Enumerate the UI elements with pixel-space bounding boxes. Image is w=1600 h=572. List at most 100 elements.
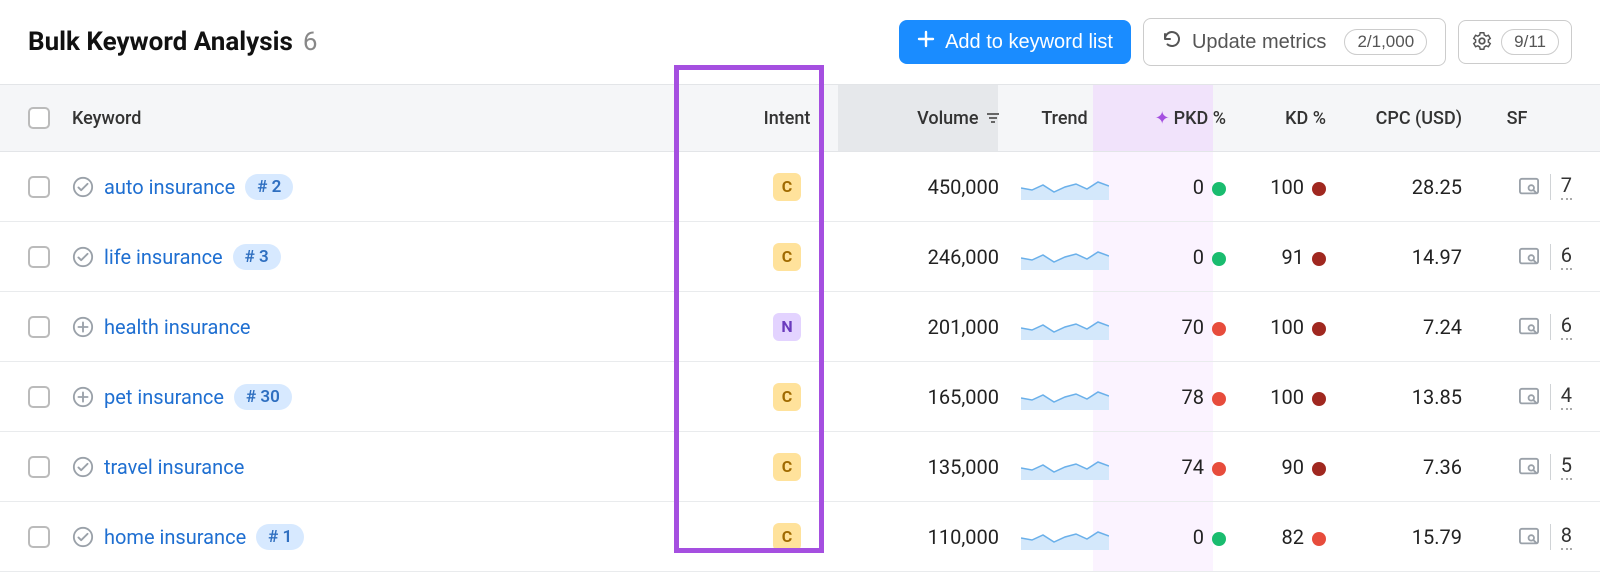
keyword-link[interactable]: travel insurance [104, 455, 244, 479]
col-keyword[interactable]: Keyword [72, 108, 717, 129]
settings-button[interactable]: 9/11 [1458, 20, 1572, 64]
row-checkbox[interactable] [28, 176, 50, 198]
keyword-link[interactable]: home insurance [104, 525, 246, 549]
rank-pill: # 1 [256, 524, 304, 550]
kd-value: 100 [1270, 385, 1304, 409]
trend-sparkline [1017, 450, 1112, 484]
kd-dot [1312, 252, 1326, 266]
kd-dot [1312, 532, 1326, 546]
pkd-value: 70 [1182, 315, 1204, 339]
table-row: life insurance # 3 C 246,000 0 91 14.97 … [0, 222, 1600, 292]
sf-value[interactable]: 5 [1561, 453, 1572, 480]
volume-value: 246,000 [928, 245, 999, 269]
sf-value[interactable]: 6 [1561, 313, 1572, 340]
trend-sparkline [1017, 170, 1112, 204]
settings-count-pill: 9/11 [1501, 29, 1559, 55]
serp-icon[interactable] [1518, 387, 1540, 407]
pkd-value: 78 [1182, 385, 1204, 409]
title-wrap: Bulk Keyword Analysis 6 [28, 27, 317, 57]
col-trend[interactable]: Trend [1017, 108, 1112, 129]
keyword-link[interactable]: life insurance [104, 245, 223, 269]
col-sf-label: SF [1462, 108, 1572, 129]
check-circle-icon[interactable] [72, 526, 94, 548]
trend-sparkline [1017, 240, 1112, 274]
pkd-value: 74 [1182, 455, 1204, 479]
cpc-value: 7.36 [1423, 455, 1462, 479]
col-cpc[interactable]: CPC (USD) [1332, 108, 1462, 129]
check-circle-icon[interactable] [72, 246, 94, 268]
pkd-value: 0 [1193, 245, 1204, 269]
page-title: Bulk Keyword Analysis [28, 27, 293, 57]
sf-value[interactable]: 4 [1561, 383, 1572, 410]
row-checkbox[interactable] [28, 526, 50, 548]
serp-icon[interactable] [1518, 317, 1540, 337]
pkd-dot [1212, 392, 1226, 406]
pkd-dot [1212, 322, 1226, 336]
col-pkd-label: PKD % [1174, 108, 1226, 129]
update-button-label: Update metrics [1192, 31, 1327, 54]
update-metrics-button[interactable]: Update metrics 2/1,000 [1143, 18, 1446, 66]
col-volume-label: Volume [917, 108, 978, 129]
row-checkbox[interactable] [28, 316, 50, 338]
keyword-link[interactable]: health insurance [104, 315, 251, 339]
sf-value[interactable]: 6 [1561, 243, 1572, 270]
intent-badge: N [773, 313, 801, 341]
kd-value: 91 [1282, 245, 1304, 269]
row-checkbox[interactable] [28, 456, 50, 478]
pkd-dot [1212, 182, 1226, 196]
col-intent[interactable]: Intent [717, 108, 857, 129]
cpc-value: 14.97 [1412, 245, 1462, 269]
page-count: 6 [303, 27, 318, 57]
table-row: home insurance # 1 C 110,000 0 82 15.79 … [0, 502, 1600, 572]
serp-icon[interactable] [1518, 247, 1540, 267]
col-pkd[interactable]: ✦PKD % [1112, 108, 1232, 129]
table-row: auto insurance # 2 C 450,000 0 100 28.25… [0, 152, 1600, 222]
serp-icon[interactable] [1518, 177, 1540, 197]
row-checkbox[interactable] [28, 386, 50, 408]
kd-value: 100 [1270, 315, 1304, 339]
refresh-icon [1162, 29, 1182, 55]
sf-value[interactable]: 7 [1561, 173, 1572, 200]
serp-icon[interactable] [1518, 527, 1540, 547]
header-bar: Bulk Keyword Analysis 6 Add to keyword l… [0, 0, 1600, 84]
table-row: pet insurance # 30 C 165,000 78 100 13.8… [0, 362, 1600, 432]
kd-dot [1312, 392, 1326, 406]
plus-circle-icon[interactable] [72, 316, 94, 338]
intent-badge: C [773, 383, 801, 411]
add-button-label: Add to keyword list [945, 31, 1113, 54]
kd-dot [1312, 322, 1326, 336]
intent-badge: C [773, 453, 801, 481]
sf-value[interactable]: 8 [1561, 523, 1572, 550]
trend-sparkline [1017, 310, 1112, 344]
sf-separator [1550, 454, 1551, 480]
row-checkbox[interactable] [28, 246, 50, 268]
add-to-keyword-list-button[interactable]: Add to keyword list [899, 20, 1131, 64]
check-circle-icon[interactable] [72, 176, 94, 198]
col-volume[interactable]: Volume [857, 108, 1017, 129]
col-kd[interactable]: KD % [1232, 108, 1332, 129]
cpc-value: 13.85 [1412, 385, 1462, 409]
serp-icon[interactable] [1518, 457, 1540, 477]
plus-icon [917, 30, 935, 54]
volume-value: 450,000 [928, 175, 999, 199]
intent-badge: C [773, 523, 801, 551]
volume-value: 201,000 [928, 315, 999, 339]
keyword-link[interactable]: auto insurance [104, 175, 235, 199]
table-row: health insurance N 201,000 70 100 7.24 6 [0, 292, 1600, 362]
check-circle-icon[interactable] [72, 456, 94, 478]
keyword-link[interactable]: pet insurance [104, 385, 224, 409]
intent-badge: C [773, 243, 801, 271]
rows-container: auto insurance # 2 C 450,000 0 100 28.25… [0, 152, 1600, 572]
kd-value: 90 [1282, 455, 1304, 479]
cpc-value: 7.24 [1423, 315, 1462, 339]
col-sf[interactable]: SF [1462, 108, 1572, 129]
header-actions: Add to keyword list Update metrics 2/1,0… [899, 18, 1572, 66]
select-all-checkbox[interactable] [28, 107, 50, 129]
volume-value: 110,000 [928, 525, 999, 549]
plus-circle-icon[interactable] [72, 386, 94, 408]
rank-pill: # 2 [245, 174, 293, 200]
pkd-value: 0 [1193, 175, 1204, 199]
sf-separator [1550, 244, 1551, 270]
sf-separator [1550, 524, 1551, 550]
cpc-value: 28.25 [1412, 175, 1462, 199]
